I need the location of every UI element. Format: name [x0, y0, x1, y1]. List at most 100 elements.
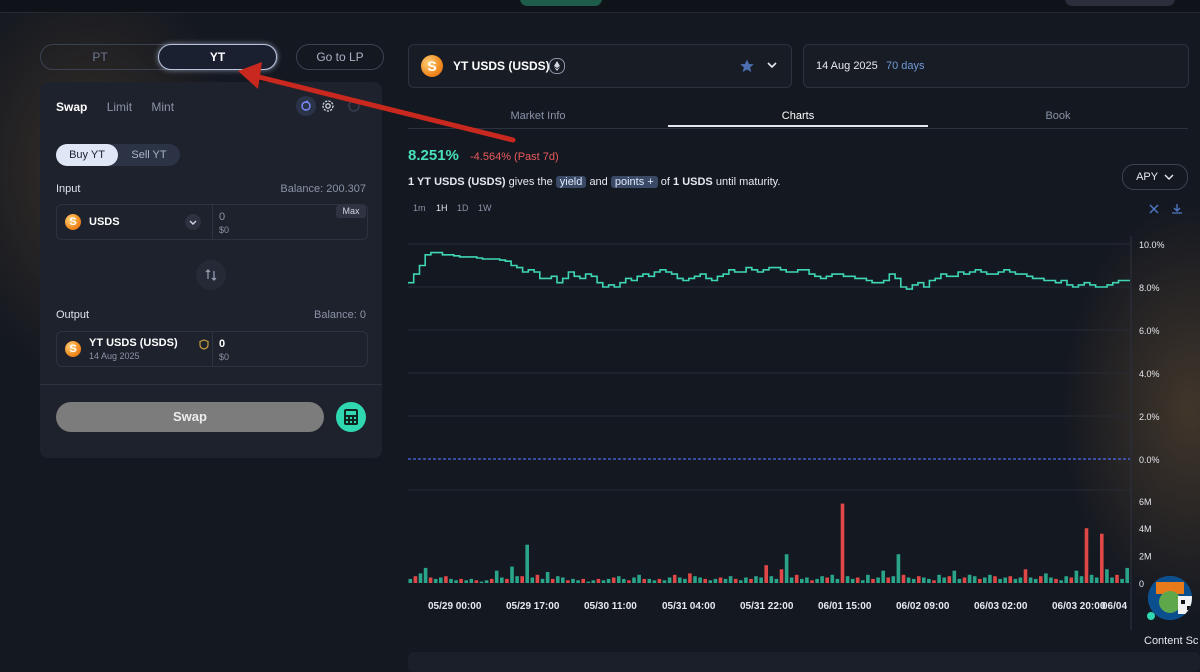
volume-bar [520, 576, 524, 583]
volume-bar [978, 578, 982, 583]
volume-bar [683, 578, 687, 583]
volume-bar [881, 570, 885, 583]
x-tick-label: 06/02 09:00 [896, 601, 950, 612]
x-tick-label: 05/29 17:00 [506, 601, 560, 612]
volume-bar [845, 576, 850, 583]
volume-bar [1064, 576, 1068, 583]
x-tick-label: 05/31 04:00 [662, 601, 716, 612]
volume-tick-label: 6M [1139, 497, 1152, 507]
volume-bar [500, 577, 504, 583]
volume-bar [911, 578, 916, 583]
volume-bar [1018, 577, 1023, 583]
y-tick-label: 6.0% [1139, 326, 1160, 336]
volume-bar [1125, 567, 1129, 583]
volume-bar [779, 569, 784, 583]
volume-bar [1059, 580, 1063, 583]
volume-bar [866, 574, 870, 583]
volume-bar [433, 578, 438, 583]
x-tick-label: 05/29 00:00 [428, 601, 482, 612]
volume-bar [454, 580, 458, 583]
volume-bar [998, 578, 1002, 583]
volume-bar [1084, 528, 1089, 583]
volume-bar [576, 580, 580, 583]
volume-bar [494, 570, 499, 583]
volume-bar [927, 578, 931, 583]
x-tick-label: 05/30 11:00 [584, 601, 637, 612]
volume-bar [581, 578, 585, 583]
volume-bar [439, 577, 443, 583]
volume-bar [510, 566, 514, 583]
volume-tick-label: 2M [1139, 552, 1152, 562]
volume-bar [1110, 577, 1114, 583]
x-tick-label: 06/01 15:00 [818, 601, 872, 612]
volume-bar [606, 578, 611, 583]
x-tick-label: 06/03 02:00 [974, 601, 1028, 612]
volume-bar [1049, 577, 1053, 583]
volume-bar [1028, 577, 1033, 583]
volume-bar [871, 578, 875, 583]
volume-bar [1115, 574, 1119, 583]
volume-bar [820, 576, 824, 583]
volume-bar [774, 578, 779, 583]
volume-bar [825, 577, 829, 583]
volume-bar [830, 574, 835, 583]
volume-bar [418, 573, 423, 583]
x-tick-label: 06/04 [1102, 601, 1127, 612]
volume-bar [525, 544, 529, 583]
volume-bar [611, 577, 616, 583]
volume-bar [906, 577, 911, 583]
volume-bar [983, 577, 987, 583]
volume-bar [800, 578, 804, 583]
volume-bar [561, 577, 565, 583]
volume-bar [749, 578, 753, 583]
volume-bar [530, 577, 535, 583]
volume-bar [942, 577, 946, 583]
volume-bar [886, 577, 890, 583]
volume-bar [586, 581, 591, 583]
volume-bar [484, 580, 489, 583]
volume-bar [657, 578, 662, 583]
volume-bar [428, 577, 433, 583]
volume-bar [932, 580, 936, 583]
volume-bar [957, 578, 962, 583]
volume-bar [449, 578, 453, 583]
volume-bar [952, 570, 957, 583]
volume-bar [1105, 569, 1109, 583]
volume-bar [647, 578, 652, 583]
x-tick-label: 06/03 20:00 [1052, 601, 1106, 612]
volume-bar [1074, 570, 1079, 583]
volume-bar [642, 578, 646, 583]
volume-bar [571, 578, 575, 583]
volume-bar [769, 576, 774, 583]
volume-bar [810, 580, 814, 583]
volume-bar [662, 580, 667, 583]
volume-bar [861, 580, 865, 583]
volume-bar [728, 576, 733, 583]
y-tick-label: 8.0% [1139, 283, 1160, 293]
volume-bar [1100, 533, 1104, 583]
volume-bar [474, 580, 479, 583]
apy-chart: 10.0% 8.0% 6.0% 4.0% 2.0% 0.0% 6M 4M 2M 0 05/29 00… [408, 236, 1165, 630]
volume-bar [815, 578, 819, 583]
volume-bar [550, 578, 555, 583]
volume-bar [444, 576, 448, 583]
volume-bar [535, 574, 540, 583]
volume-bar [540, 578, 545, 583]
volume-bar [876, 577, 880, 583]
y-tick-label: 10.0% [1139, 240, 1165, 250]
volume-bar [805, 577, 809, 583]
volume-bar [789, 577, 794, 583]
volume-bar [988, 574, 992, 583]
volume-bar [1044, 573, 1048, 583]
volume-bar [764, 565, 768, 583]
volume-bar [754, 576, 758, 583]
volume-bar [627, 580, 631, 583]
volume-bar [1089, 574, 1094, 583]
y-tick-label: 4.0% [1139, 369, 1160, 379]
content-scroll-label[interactable]: Content Sc [1144, 635, 1198, 647]
volume-tick-label: 0 [1139, 579, 1144, 589]
volume-bar [459, 578, 463, 583]
volume-bar [835, 578, 840, 583]
volume-bar [672, 574, 677, 583]
volume-bar [489, 578, 494, 583]
